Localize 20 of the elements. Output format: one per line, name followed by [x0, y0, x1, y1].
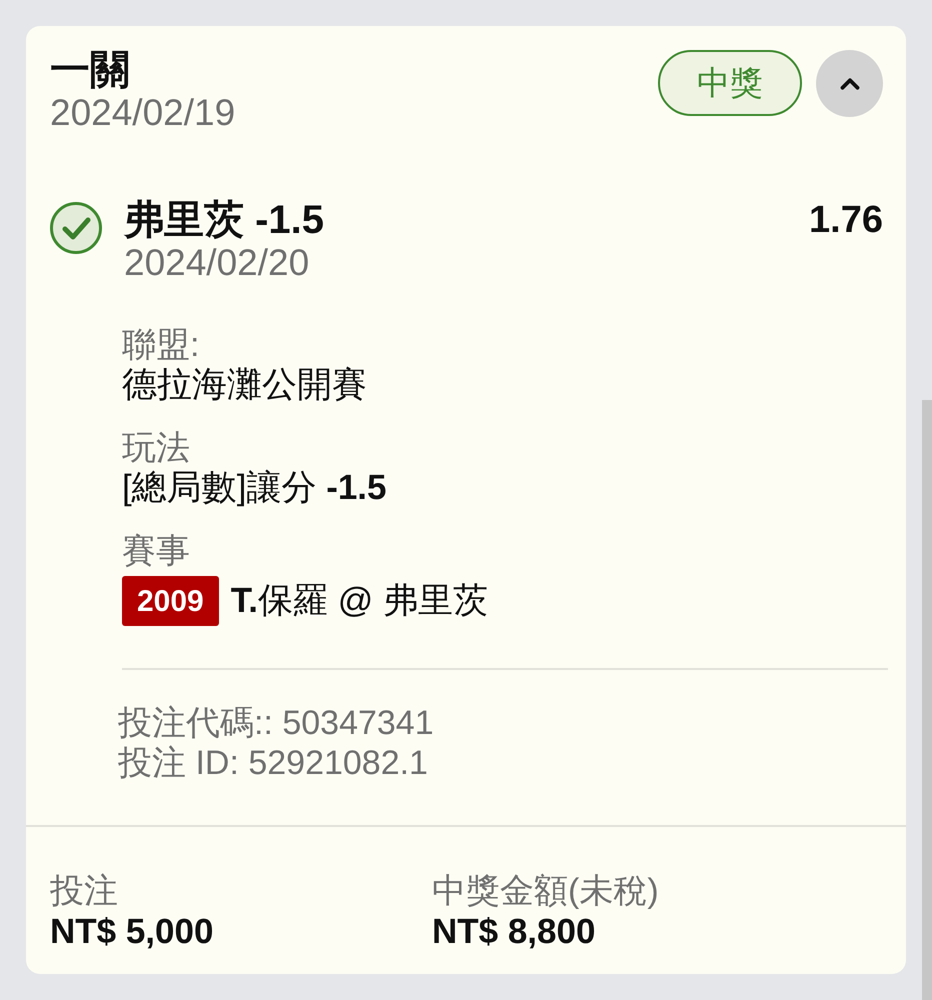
event-teams: T.保羅 @ 弗里茨 — [230, 581, 488, 621]
detail-value: [總局數]讓分 -1.5 — [122, 468, 388, 508]
total-label: 中獎金額(未稅) — [432, 871, 659, 911]
detail-label: 賽事 — [122, 531, 191, 571]
bet-date: 2024/02/19 — [50, 92, 236, 134]
scrollbar-thumb[interactable] — [922, 400, 932, 1000]
detail-value: 德拉海灘公開賽 — [122, 365, 368, 405]
total-label: 投注 — [50, 871, 119, 911]
status-badge: 中獎 — [658, 50, 802, 116]
selection-odds: 1.76 — [809, 198, 883, 242]
event-code-badge: 2009 — [122, 576, 219, 626]
detail-label: 玩法 — [122, 428, 191, 468]
total-amount: NT$ 8,800 — [432, 911, 596, 953]
bet-title: 一關 — [50, 48, 131, 92]
selection-pick: 弗里茨 -1.5 — [124, 198, 324, 242]
detail-label: 聯盟: — [122, 325, 200, 365]
bet-id-text: 投注代碼:: 50347341 — [118, 703, 435, 743]
selection-date: 2024/02/20 — [124, 242, 310, 284]
bet-id-text: 投注 ID: 52921082.1 — [118, 743, 429, 783]
total-amount: NT$ 5,000 — [50, 911, 214, 953]
